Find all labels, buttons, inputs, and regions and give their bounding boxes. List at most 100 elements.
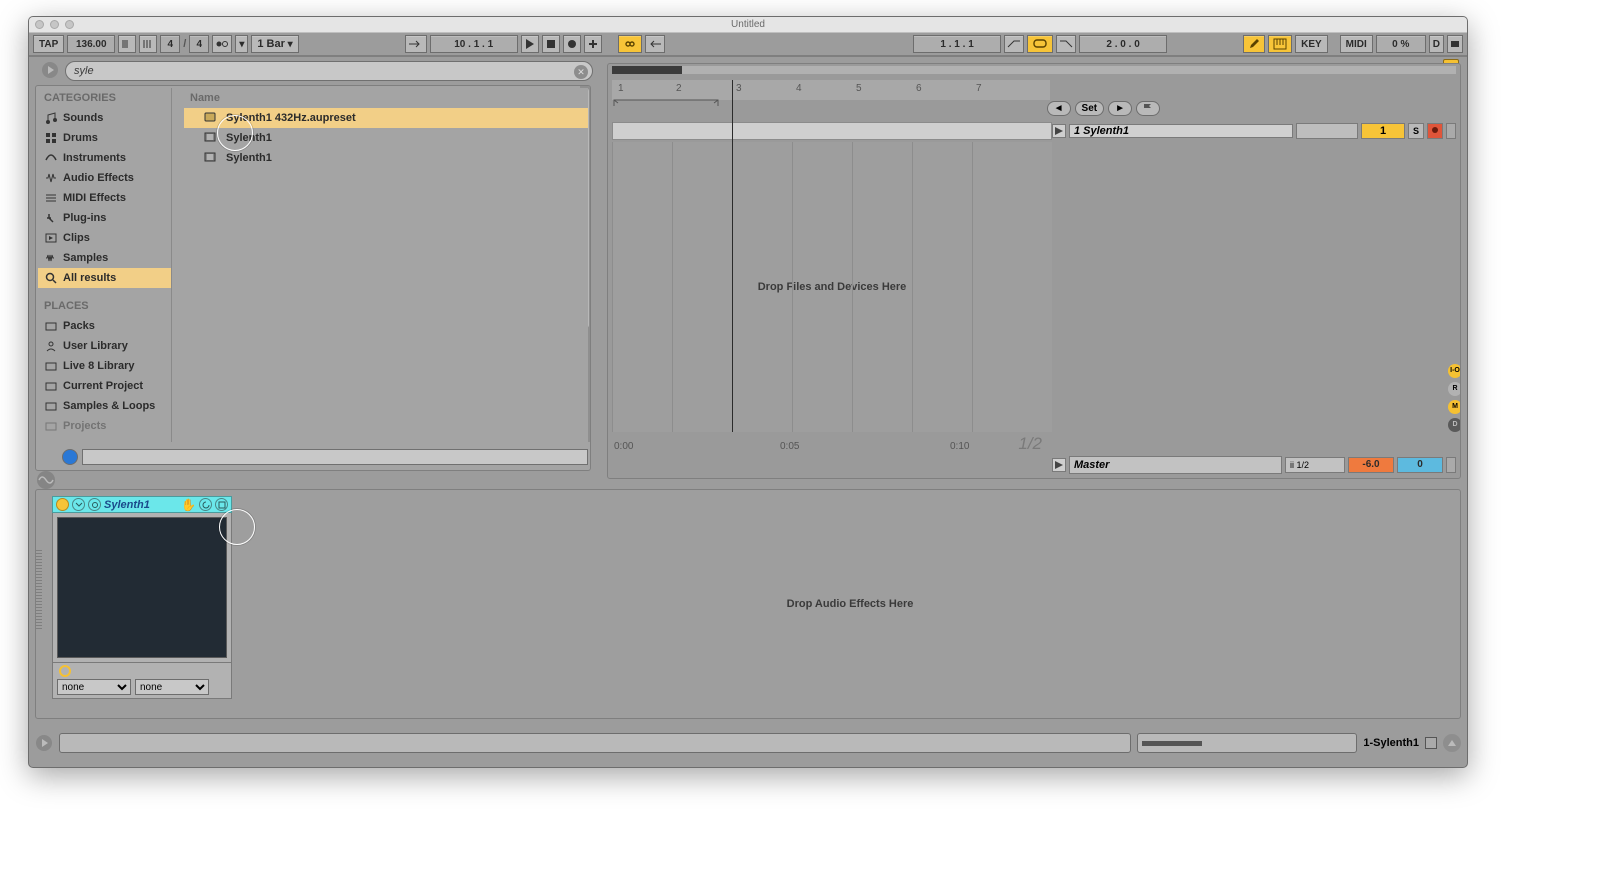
place-user-library[interactable]: User Library xyxy=(38,336,171,356)
master-pan[interactable]: 0 xyxy=(1397,457,1443,473)
mixer-toggle[interactable]: M xyxy=(1448,400,1461,414)
place-current-project[interactable]: Current Project xyxy=(38,376,171,396)
device-body xyxy=(52,513,232,663)
time-sig-numerator[interactable]: 4 xyxy=(160,35,180,53)
track-clip-area[interactable] xyxy=(612,122,1052,140)
category-plug-ins[interactable]: Plug-ins xyxy=(38,208,171,228)
prev-locator-button[interactable]: ◄ xyxy=(1047,101,1071,116)
master-name[interactable]: Master xyxy=(1069,456,1282,474)
detail-view-play[interactable] xyxy=(35,734,53,752)
nudge-down-button[interactable] xyxy=(118,35,136,53)
loop-button[interactable] xyxy=(1027,35,1053,53)
browser-preview-play[interactable] xyxy=(41,61,59,79)
close-icon[interactable] xyxy=(35,20,44,29)
place-packs[interactable]: Packs xyxy=(38,316,171,336)
playhead[interactable] xyxy=(732,80,733,432)
metronome-dropdown[interactable]: ▾ xyxy=(235,35,248,53)
category-samples[interactable]: Samples xyxy=(38,248,171,268)
device-hot-swap-button[interactable] xyxy=(88,498,101,511)
track-activator[interactable]: 1 xyxy=(1361,123,1405,139)
track-arm-button[interactable] xyxy=(1427,123,1443,139)
beat-ruler[interactable]: 1 2 3 4 5 6 7 xyxy=(612,80,1050,100)
track-stop-button[interactable] xyxy=(1052,124,1066,138)
device-show-plugin-button[interactable] xyxy=(72,498,85,511)
minimize-icon[interactable] xyxy=(50,20,59,29)
browser-search[interactable]: ✕ xyxy=(65,61,593,81)
folder-icon xyxy=(44,400,57,413)
titlebar: Untitled xyxy=(29,17,1467,33)
place-live-8-library[interactable]: Live 8 Library xyxy=(38,356,171,376)
master-volume[interactable]: -6.0 xyxy=(1348,457,1394,473)
track-solo-button[interactable]: S xyxy=(1408,123,1424,139)
result-item[interactable]: Sylenth1 xyxy=(184,128,588,148)
loop-length[interactable]: 2 . 0 . 0 xyxy=(1079,35,1167,53)
preset-select-a[interactable]: none xyxy=(57,679,131,695)
chain-icon xyxy=(624,39,636,49)
midi-map-button[interactable]: MIDI xyxy=(1340,35,1373,53)
drop-files-area[interactable]: Drop Files and Devices Here xyxy=(612,142,1052,432)
reenable-automation-button[interactable] xyxy=(645,35,665,53)
marker-button[interactable] xyxy=(1136,101,1160,116)
track-volume-slider[interactable] xyxy=(1296,123,1358,139)
record-button[interactable] xyxy=(563,35,581,53)
groove-pool-toggle[interactable] xyxy=(37,471,55,489)
next-locator-button[interactable]: ► xyxy=(1108,101,1132,116)
computer-midi-keyboard-button[interactable] xyxy=(1268,35,1292,53)
categories-header: CATEGORIES xyxy=(38,88,171,108)
device-title-bar[interactable]: Sylenth1 ✋ xyxy=(52,496,232,513)
folder-icon xyxy=(44,360,57,373)
zoom-icon[interactable] xyxy=(65,20,74,29)
category-all-results[interactable]: All results xyxy=(38,268,171,288)
tempo-field[interactable]: 136.00 xyxy=(67,35,115,53)
category-clips[interactable]: Clips xyxy=(38,228,171,248)
io-toggle[interactable]: I-O xyxy=(1448,364,1461,378)
device-activator[interactable] xyxy=(56,498,69,511)
preview-toggle[interactable] xyxy=(62,449,78,465)
search-input[interactable] xyxy=(74,65,570,77)
loop-brace[interactable] xyxy=(612,98,722,108)
global-quantize[interactable]: ii 1/2 xyxy=(1285,457,1345,473)
time-ruler[interactable]: 0:00 0:05 0:10 xyxy=(612,436,1052,452)
set-locator-button[interactable]: Set xyxy=(1075,101,1105,116)
stop-button[interactable] xyxy=(542,35,560,53)
master-stop-button[interactable] xyxy=(1052,458,1066,472)
plugin-display[interactable] xyxy=(57,517,227,658)
overview[interactable] xyxy=(612,66,1456,74)
clip-detail-toggle[interactable] xyxy=(1443,734,1461,752)
clear-search-button[interactable]: ✕ xyxy=(574,65,588,79)
category-midi-effects[interactable]: MIDI Effects xyxy=(38,188,171,208)
device-unfold-button[interactable] xyxy=(215,498,228,511)
device-view-handle[interactable] xyxy=(35,550,42,630)
delay-toggle[interactable]: D xyxy=(1448,418,1461,432)
arrangement-position[interactable]: 10 . 1 . 1 xyxy=(430,35,518,53)
returns-toggle[interactable]: R xyxy=(1448,382,1461,396)
punch-out-button[interactable] xyxy=(1056,35,1076,53)
overdub-button[interactable] xyxy=(584,35,602,53)
result-item[interactable]: Sylenth1 432Hz.aupreset xyxy=(184,108,588,128)
overload-indicator[interactable]: D xyxy=(1429,35,1444,53)
draw-mode-button[interactable] xyxy=(1243,35,1265,53)
device-save-button[interactable] xyxy=(199,498,212,511)
punch-in-button[interactable] xyxy=(1004,35,1024,53)
loop-start[interactable]: 1 . 1 . 1 xyxy=(913,35,1001,53)
preset-select-b[interactable]: none xyxy=(135,679,209,695)
play-button[interactable] xyxy=(521,35,539,53)
metronome-button[interactable] xyxy=(212,35,232,53)
automation-arm-button[interactable] xyxy=(618,35,642,53)
time-sig-denominator[interactable]: 4 xyxy=(189,35,209,53)
category-audio-effects[interactable]: Audio Effects xyxy=(38,168,171,188)
place-projects[interactable]: Projects xyxy=(38,416,171,436)
drop-effects-area[interactable]: Drop Audio Effects Here xyxy=(246,496,1454,712)
key-map-button[interactable]: KEY xyxy=(1295,35,1328,53)
nudge-up-button[interactable] xyxy=(139,35,157,53)
result-item[interactable]: Sylenth1 xyxy=(184,148,588,168)
track-name[interactable]: 1 Sylenth1 xyxy=(1069,124,1293,138)
category-sounds[interactable]: Sounds xyxy=(38,108,171,128)
category-instruments[interactable]: Instruments xyxy=(38,148,171,168)
category-drums[interactable]: Drums xyxy=(38,128,171,148)
browser-info-field xyxy=(82,449,588,465)
quantize-menu[interactable]: 1 Bar ▾ xyxy=(251,35,298,53)
place-samples-loops[interactable]: Samples & Loops xyxy=(38,396,171,416)
follow-button[interactable] xyxy=(405,35,427,53)
tap-tempo-button[interactable]: TAP xyxy=(33,35,64,53)
